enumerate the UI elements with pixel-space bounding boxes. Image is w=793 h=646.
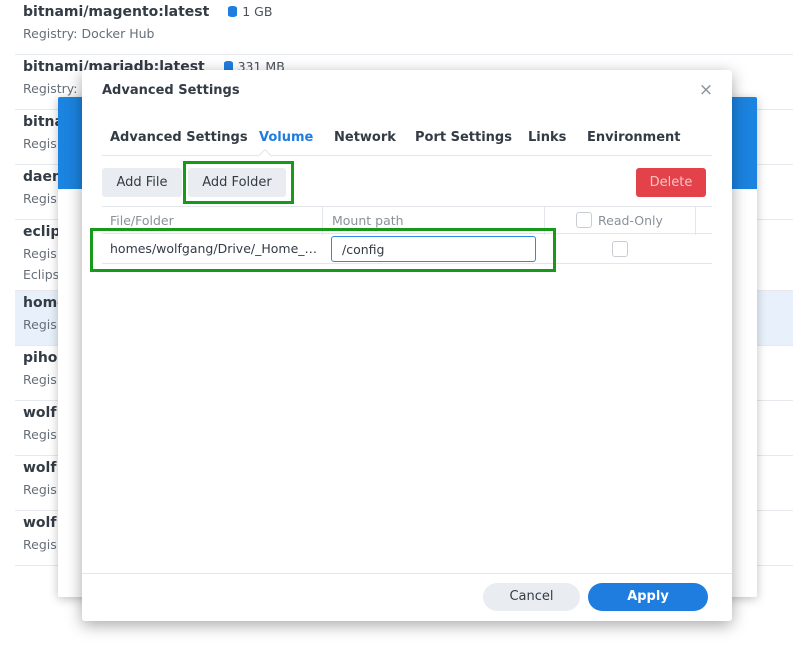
tab-links[interactable]: Links xyxy=(528,130,566,145)
advanced-settings-dialog: Advanced Settings × Advanced Settings Vo… xyxy=(82,70,732,621)
header-read-only: Read-Only xyxy=(598,213,663,228)
image-registry: Regis xyxy=(23,537,57,552)
delete-button[interactable]: Delete xyxy=(636,168,706,197)
tab-environment[interactable]: Environment xyxy=(587,130,681,145)
image-name: wolf xyxy=(23,460,57,476)
tab-volume[interactable]: Volume xyxy=(259,130,313,145)
image-registry: Registry: Docker Hub xyxy=(23,26,155,41)
dialog-title: Advanced Settings xyxy=(102,83,240,98)
image-registry: Regis xyxy=(23,427,57,442)
image-registry: Regis xyxy=(23,482,57,497)
image-name: eclip xyxy=(23,224,61,240)
image-registry: Regis xyxy=(23,372,57,387)
volume-table-header: File/Folder Mount path Read-Only xyxy=(102,206,712,235)
image-name: pihol xyxy=(23,350,63,366)
add-file-button[interactable]: Add File xyxy=(102,168,182,197)
read-only-select-all-checkbox[interactable] xyxy=(576,212,592,228)
image-registry: Registry: xyxy=(23,81,78,96)
tab-bar: Advanced Settings Volume Network Port Se… xyxy=(102,126,712,156)
tab-advanced-settings[interactable]: Advanced Settings xyxy=(110,130,248,145)
image-name: bitnami/magento:latest xyxy=(23,4,210,20)
close-icon[interactable]: × xyxy=(698,82,714,99)
image-name: wolf xyxy=(23,515,57,531)
table-row[interactable]: homes/wolfgang/Drive/_Home_Assistant xyxy=(102,234,712,264)
header-mount-path: Mount path xyxy=(332,213,404,228)
image-registry: Regis xyxy=(23,246,57,261)
tab-port-settings[interactable]: Port Settings xyxy=(415,130,512,145)
cancel-button[interactable]: Cancel xyxy=(483,583,580,611)
tab-network[interactable]: Network xyxy=(334,130,396,145)
list-item[interactable]: bitnami/magento:latest 1 GB Registry: Do… xyxy=(15,0,793,55)
header-file-folder: File/Folder xyxy=(110,213,174,228)
footer-divider xyxy=(82,573,732,574)
file-folder-path: homes/wolfgang/Drive/_Home_Assistant xyxy=(110,241,322,256)
image-size: 1 GB xyxy=(242,4,273,19)
add-folder-button[interactable]: Add Folder xyxy=(188,168,286,197)
image-registry: Regis xyxy=(23,191,57,206)
image-registry: Regis xyxy=(23,136,57,151)
image-name: wolf xyxy=(23,405,57,421)
image-registry: Regis xyxy=(23,317,57,332)
database-icon xyxy=(228,6,238,17)
mount-path-input[interactable] xyxy=(331,236,536,262)
apply-button[interactable]: Apply xyxy=(588,583,708,611)
read-only-checkbox[interactable] xyxy=(612,241,628,257)
image-description: Eclips xyxy=(23,267,60,282)
